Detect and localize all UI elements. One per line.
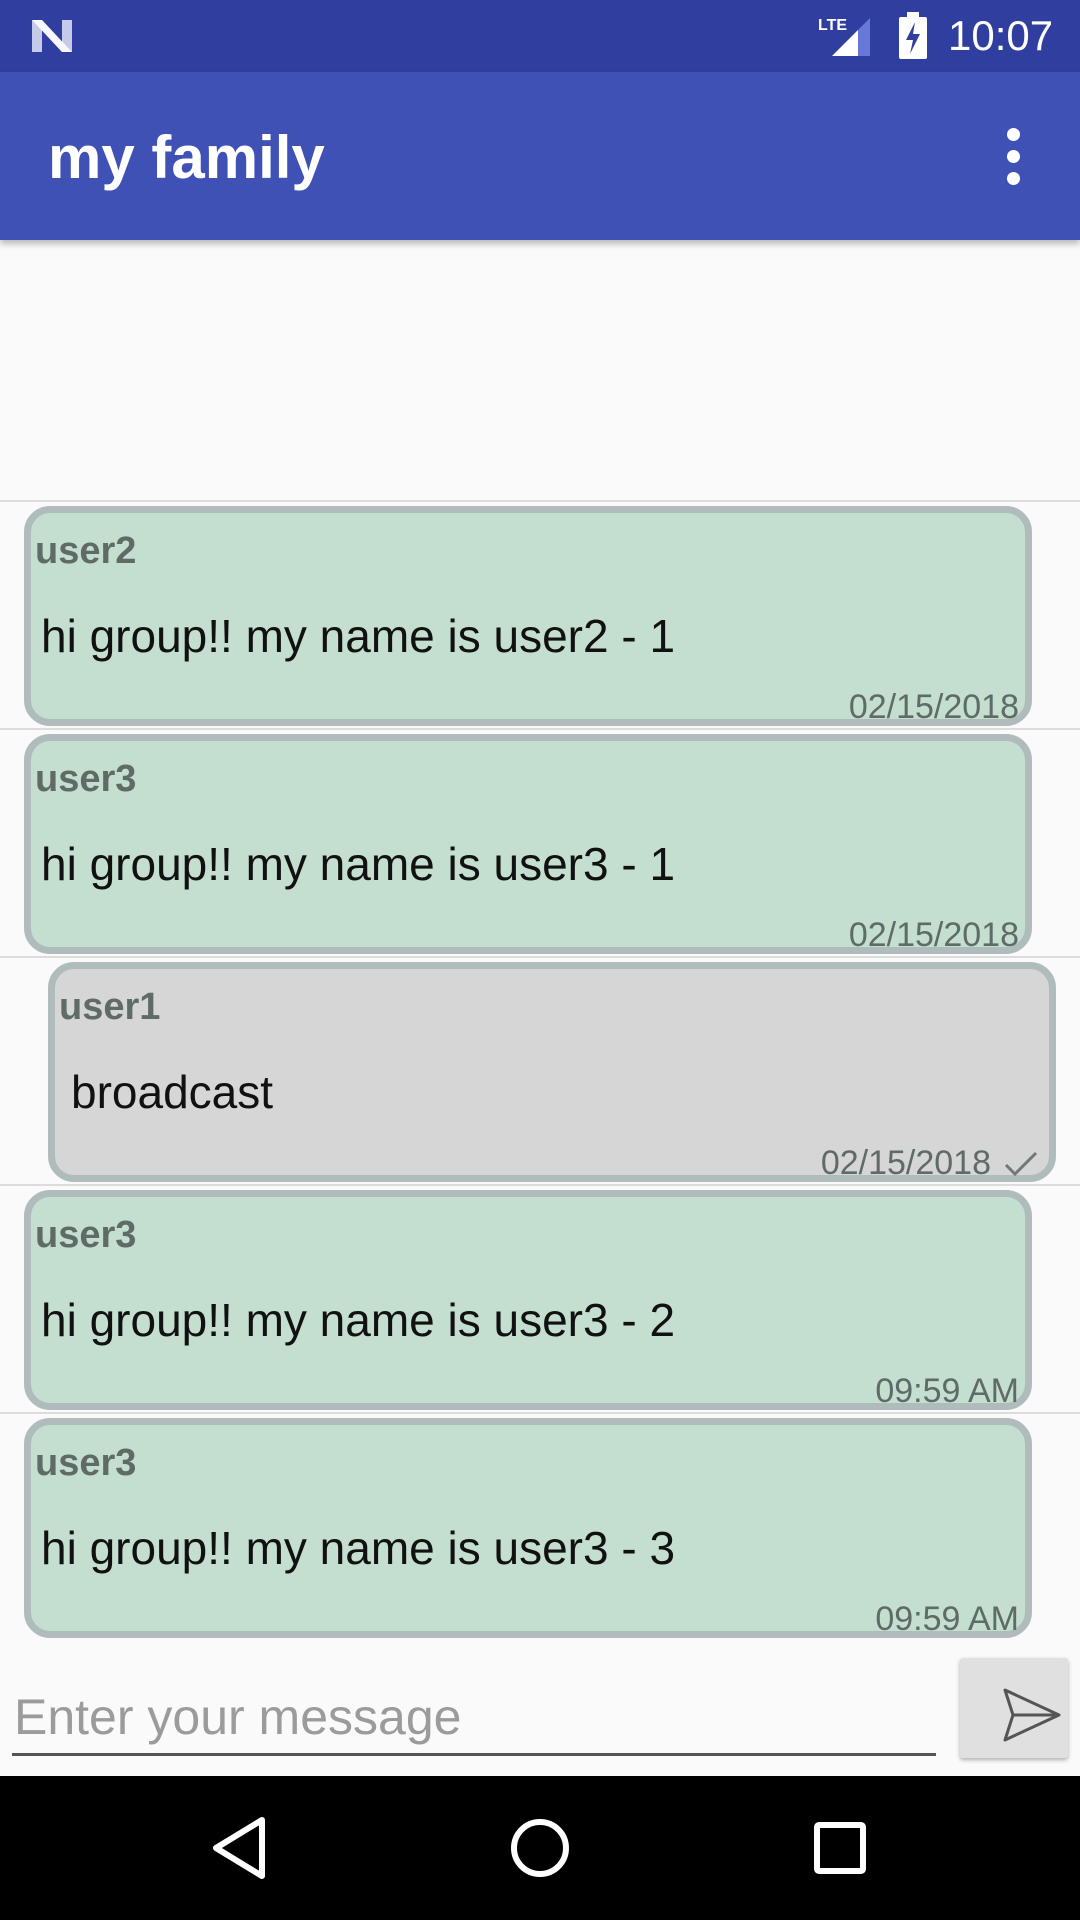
app-bar: my family xyxy=(0,72,1080,240)
message-bubble[interactable]: user3 hi group!! my name is user3 - 2 09… xyxy=(24,1190,1032,1410)
status-bar: LTE 10:07 xyxy=(0,0,1080,72)
n-logo-icon xyxy=(32,20,72,52)
message-text: broadcast xyxy=(71,1066,274,1118)
lte-signal-icon: LTE xyxy=(818,17,870,56)
message-bubble[interactable]: user2 hi group!! my name is user2 - 1 02… xyxy=(24,506,1032,726)
message-composer xyxy=(0,1640,1080,1776)
more-vert-icon[interactable] xyxy=(990,128,1036,192)
message-list[interactable]: user2 hi group!! my name is user2 - 1 02… xyxy=(0,240,1080,1640)
message-row: user3 hi group!! my name is user3 - 3 09… xyxy=(0,1412,1080,1640)
message-text: hi group!! my name is user3 - 2 xyxy=(41,1294,676,1346)
back-icon[interactable] xyxy=(202,1810,278,1886)
message-sender: user3 xyxy=(35,758,137,800)
message-text: hi group!! my name is user2 - 1 xyxy=(41,610,676,662)
check-icon xyxy=(1004,1151,1038,1177)
message-bubble-own[interactable]: user1 broadcast 02/15/2018 xyxy=(48,962,1056,1182)
message-bubble[interactable]: user3 hi group!! my name is user3 - 3 09… xyxy=(24,1418,1032,1638)
message-row: user2 hi group!! my name is user2 - 1 02… xyxy=(0,500,1080,728)
status-time: 10:07 xyxy=(948,12,1054,59)
message-sender: user3 xyxy=(35,1442,137,1484)
recents-icon[interactable] xyxy=(802,1810,878,1886)
send-button[interactable] xyxy=(960,1658,1068,1758)
navigation-bar xyxy=(0,1776,1080,1920)
send-icon xyxy=(1003,1688,1061,1742)
message-sender: user2 xyxy=(35,530,137,572)
message-row: user3 hi group!! my name is user3 - 2 09… xyxy=(0,1184,1080,1412)
message-timestamp: 09:59 AM xyxy=(875,1372,1019,1410)
message-timestamp: 09:59 AM xyxy=(875,1600,1019,1638)
svg-text:LTE: LTE xyxy=(818,17,847,34)
home-icon[interactable] xyxy=(502,1810,578,1886)
message-text: hi group!! my name is user3 - 1 xyxy=(41,838,676,890)
battery-charging-icon xyxy=(899,12,927,59)
chat-title: my family xyxy=(48,124,325,191)
message-row: user3 hi group!! my name is user3 - 1 02… xyxy=(0,728,1080,956)
message-input[interactable] xyxy=(12,1684,936,1756)
message-timestamp: 02/15/2018 xyxy=(820,1144,991,1182)
message-sender: user3 xyxy=(35,1214,137,1256)
message-timestamp: 02/15/2018 xyxy=(848,916,1019,954)
message-row: user1 broadcast 02/15/2018 xyxy=(0,956,1080,1184)
message-timestamp: 02/15/2018 xyxy=(848,688,1019,726)
message-bubble[interactable]: user3 hi group!! my name is user3 - 1 02… xyxy=(24,734,1032,954)
message-sender: user1 xyxy=(59,986,161,1028)
message-text: hi group!! my name is user3 - 3 xyxy=(41,1522,676,1574)
